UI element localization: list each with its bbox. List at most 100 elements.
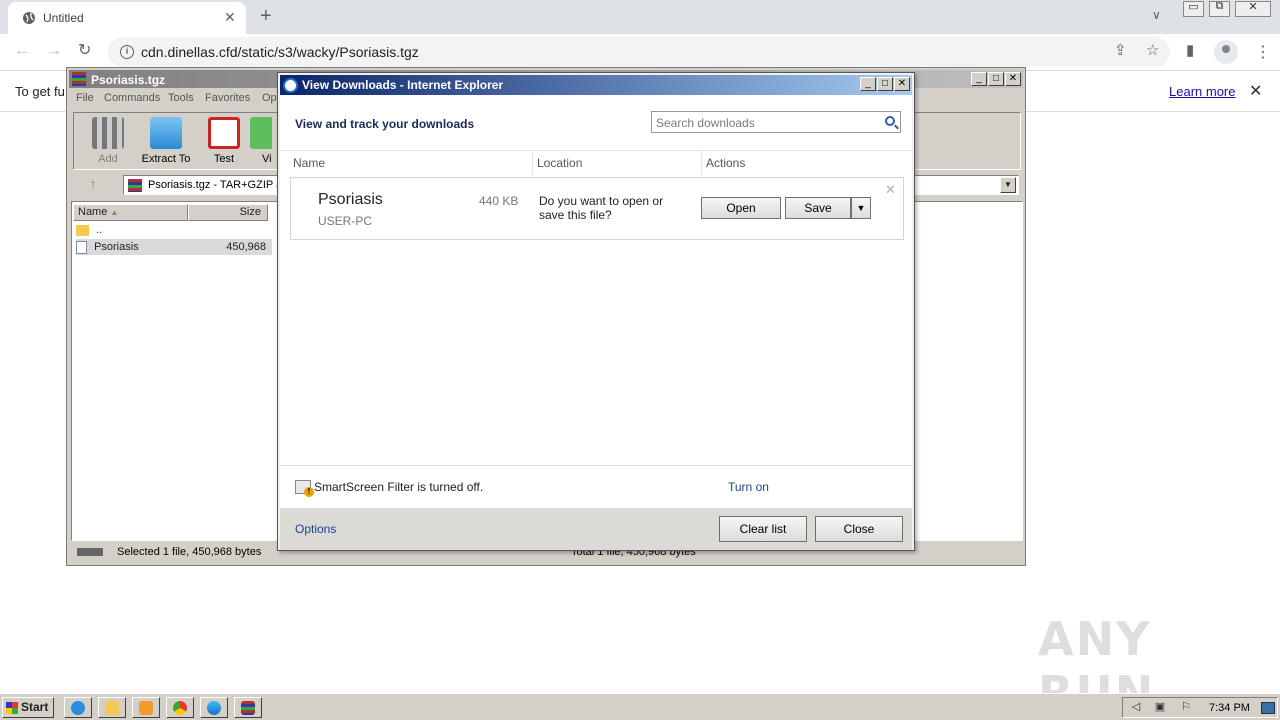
side-panel-icon[interactable]: ▮ xyxy=(1186,43,1194,59)
infobar-message: To get fu xyxy=(15,84,65,99)
dialog-minimize-button[interactable]: _ xyxy=(860,77,876,91)
search-icon[interactable] xyxy=(885,116,895,126)
column-actions-header[interactable]: Actions xyxy=(706,156,745,170)
dialog-titlebar[interactable]: View Downloads - Internet Explorer _ □ ✕ xyxy=(280,75,912,95)
column-location-header[interactable]: Location xyxy=(537,156,582,170)
ie-icon xyxy=(71,701,85,715)
menu-favorites[interactable]: Favorites xyxy=(205,92,250,104)
test-checklist-icon xyxy=(208,117,240,149)
taskbar-chrome[interactable] xyxy=(166,697,194,718)
view-button[interactable]: Vi xyxy=(250,117,272,167)
winrar-minimize-button[interactable]: _ xyxy=(971,72,987,86)
column-name[interactable]: Name ▲ xyxy=(73,204,188,221)
view-icon xyxy=(250,117,272,149)
media-player-icon xyxy=(139,701,153,715)
download-item[interactable]: Psoriasis 440 KB USER-PC Do you want to … xyxy=(290,177,904,240)
test-button[interactable]: Test xyxy=(194,117,254,167)
column-size[interactable]: Size xyxy=(188,204,268,221)
menu-tools[interactable]: Tools xyxy=(168,92,194,104)
search-downloads-input[interactable]: Search downloads xyxy=(651,111,901,133)
close-button[interactable]: Close xyxy=(815,516,903,542)
open-button[interactable]: Open xyxy=(701,197,781,219)
new-tab-button[interactable]: + xyxy=(260,5,272,27)
share-icon[interactable]: ⇪ xyxy=(1114,43,1127,59)
file-row-psoriasis[interactable]: Psoriasis 450,968 xyxy=(76,239,272,255)
taskbar-ie[interactable] xyxy=(64,697,92,718)
globe-icon xyxy=(23,12,35,24)
back-arrow-icon[interactable]: ← xyxy=(14,42,30,60)
download-question: Do you want to open or save this file? xyxy=(539,194,664,222)
turn-on-link[interactable]: Turn on xyxy=(728,480,769,494)
add-button[interactable]: Add xyxy=(78,117,138,167)
extract-to-button[interactable]: Extract To xyxy=(136,117,196,167)
reload-icon[interactable]: ↻ xyxy=(78,42,91,60)
url-text[interactable]: cdn.dinellas.cfd/static/s3/wacky/Psorias… xyxy=(141,44,419,60)
site-info-icon[interactable]: i xyxy=(120,45,134,59)
tab-title: Untitled xyxy=(43,11,84,25)
downloads-column-headers: Name Location Actions xyxy=(280,150,912,175)
dialog-heading: View and track your downloads xyxy=(295,117,475,131)
system-tray: ◁ ▣ ⚐ 7:34 PM xyxy=(1122,697,1278,718)
winrar-close-button[interactable]: ✕ xyxy=(1005,72,1021,86)
dialog-maximize-button[interactable]: □ xyxy=(877,77,893,91)
close-window-button[interactable]: ✕ xyxy=(1235,1,1271,17)
dialog-close-x-button[interactable]: ✕ xyxy=(894,77,910,91)
taskbar: Start ◁ ▣ ⚐ 7:34 PM xyxy=(0,693,1280,720)
address-bar[interactable]: i cdn.dinellas.cfd/static/s3/wacky/Psori… xyxy=(108,37,1170,67)
dialog-body: View and track your downloads Search dow… xyxy=(280,95,912,465)
restore-button[interactable]: ⧉ xyxy=(1209,0,1230,17)
smartscreen-warning-icon xyxy=(295,480,314,497)
menu-file[interactable]: File xyxy=(76,92,94,104)
bookmark-star-icon[interactable]: ☆ xyxy=(1146,43,1159,59)
forward-arrow-icon[interactable]: → xyxy=(46,42,62,60)
view-downloads-dialog: View Downloads - Internet Explorer _ □ ✕… xyxy=(277,72,915,551)
action-center-flag-icon[interactable]: ⚐ xyxy=(1179,701,1193,714)
up-folder-arrow-icon[interactable]: ↑ xyxy=(79,176,107,194)
clear-list-button[interactable]: Clear list xyxy=(719,516,807,542)
dismiss-item-icon[interactable]: ✕ xyxy=(885,182,896,198)
download-host: USER-PC xyxy=(318,214,373,228)
save-dropdown-icon[interactable]: ▼ xyxy=(851,197,871,219)
windows-logo-icon xyxy=(6,702,18,714)
column-name-header[interactable]: Name xyxy=(293,156,325,170)
browser-tabstrip: Untitled ✕ + ∨ ▭ ⧉ ✕ xyxy=(0,0,1280,34)
taskbar-clock[interactable]: 7:34 PM xyxy=(1209,702,1250,714)
smartscreen-bar: SmartScreen Filter is turned off. Turn o… xyxy=(280,465,912,508)
show-desktop-icon[interactable] xyxy=(1261,702,1275,714)
options-link[interactable]: Options xyxy=(295,522,336,536)
menu-kebab-icon[interactable]: ⋮ xyxy=(1255,42,1271,62)
learn-more-link[interactable]: Learn more xyxy=(1169,84,1235,99)
drive-icon xyxy=(77,548,103,556)
archive-path: Psoriasis.tgz - TAR+GZIP a xyxy=(148,179,283,191)
taskbar-edge[interactable] xyxy=(200,697,228,718)
profile-avatar[interactable] xyxy=(1214,40,1238,64)
tab-close-icon[interactable]: ✕ xyxy=(224,9,236,26)
folder-icon xyxy=(76,224,89,236)
winrar-maximize-button[interactable]: □ xyxy=(988,72,1004,86)
menu-commands[interactable]: Commands xyxy=(104,92,160,104)
browser-tab[interactable]: Untitled ✕ xyxy=(8,2,246,34)
tab-search-chevron-icon[interactable]: ∨ xyxy=(1152,8,1161,22)
taskbar-explorer[interactable] xyxy=(98,697,126,718)
folder-icon xyxy=(105,701,119,715)
taskbar-media-player[interactable] xyxy=(132,697,160,718)
save-button[interactable]: Save xyxy=(785,197,851,219)
dialog-title: View Downloads - Internet Explorer xyxy=(302,78,504,92)
minimize-button[interactable]: ▭ xyxy=(1183,1,1204,17)
column-divider xyxy=(532,151,533,175)
start-button[interactable]: Start xyxy=(2,697,54,718)
infobar-close-icon[interactable]: ✕ xyxy=(1249,81,1262,101)
path-dropdown-icon[interactable]: ▼ xyxy=(1000,177,1016,193)
winrar-title: Psoriasis.tgz xyxy=(91,73,166,87)
network-icon[interactable]: ▣ xyxy=(1153,701,1167,714)
volume-icon[interactable]: ◁ xyxy=(1129,701,1143,714)
chrome-icon xyxy=(173,701,187,715)
file-row-parent[interactable]: .. xyxy=(76,222,266,238)
menu-options[interactable]: Op xyxy=(262,92,277,104)
dialog-footer: Options Clear list Close xyxy=(280,508,912,550)
archive-add-icon xyxy=(92,117,124,149)
winrar-app-icon xyxy=(72,72,86,86)
browser-toolbar: ← → ↻ i cdn.dinellas.cfd/static/s3/wacky… xyxy=(0,34,1280,71)
taskbar-winrar[interactable] xyxy=(234,697,262,718)
folder-extract-icon xyxy=(150,117,182,149)
